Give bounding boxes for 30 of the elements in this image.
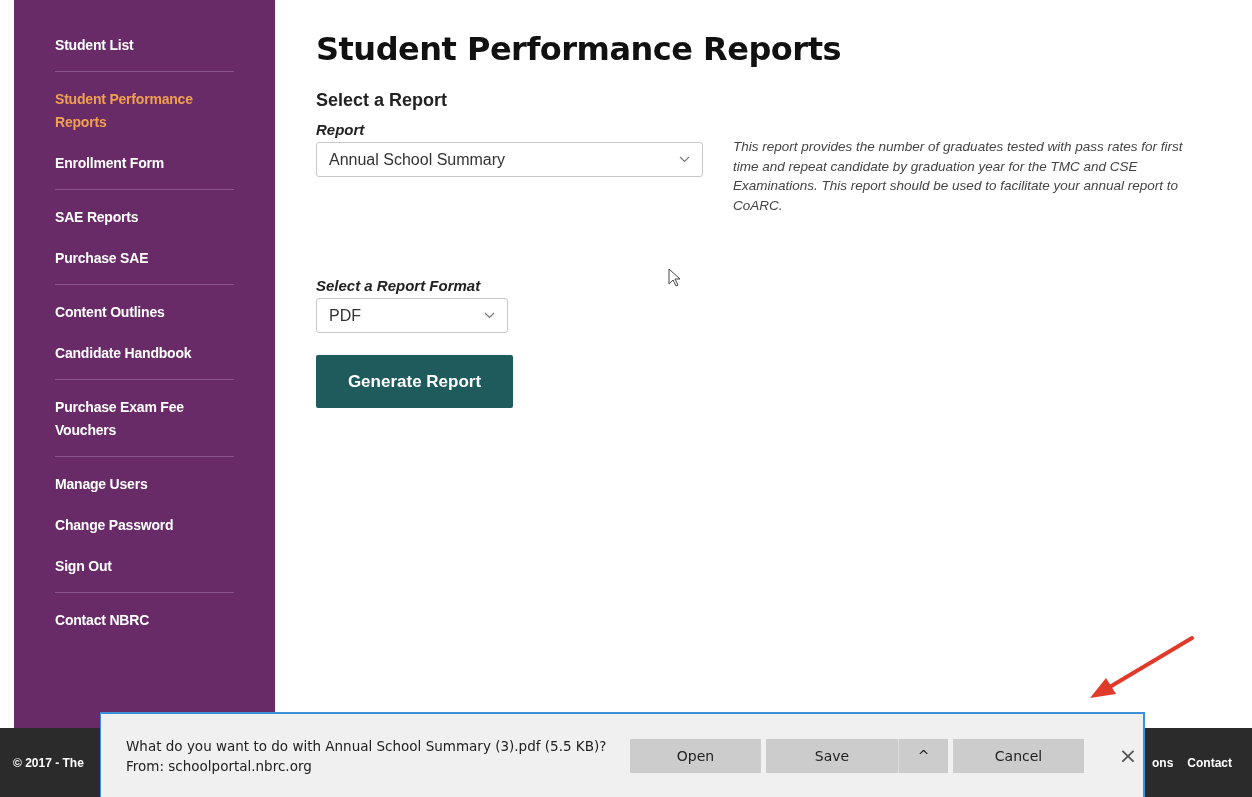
field-label: Select a Report Format [316,277,481,294]
sidebar-link[interactable]: Manage Users [55,471,234,512]
close-button[interactable]: × [1113,738,1143,773]
section-title: Select a Report [316,90,449,111]
sidebar-link[interactable]: Candidate Handbook [55,340,234,367]
sidebar-link[interactable]: Student List [55,32,234,59]
sidebar-link[interactable]: Enrollment Form [55,150,234,177]
chevron-down-icon [679,156,690,163]
page-title: Student Performance Reports [316,30,842,68]
download-prompt: What do you want to do with Annual School Summary (3).pdf (5.5 KB)? [126,736,608,756]
open-button[interactable]: Open [630,738,761,773]
sidebar-link[interactable]: Content Outlines [55,299,234,340]
sidebar-link[interactable]: Purchase Exam Fee Vouchers [55,394,234,444]
footer-link[interactable]: ons [1152,755,1174,770]
chevron-down-icon [484,312,495,319]
footer-link[interactable]: Contact [1187,755,1232,770]
dropdown-field[interactable]: Annual School Summary [316,142,703,177]
cancel-button[interactable]: Cancel [953,738,1084,773]
generate-report-button[interactable]: Generate Report [316,355,513,408]
copyright-text: © 2017 - The [13,755,84,770]
field-label: Report [316,121,365,138]
dropdown-field[interactable]: PDF [316,298,508,333]
sidebar-link[interactable]: Contact NBRC [55,607,234,634]
download-source: From: schoolportal.nbrc.org [126,756,313,776]
sidebar-link[interactable]: Sign Out [55,553,234,580]
sidebar-link[interactable]: Purchase SAE [55,245,234,272]
sidebar-link[interactable]: Change Password [55,512,234,553]
report-description: This report provides the number of graduates tested with pass rates for first time and repeat candidate by graduation year for the TMC and CSE Examinations. This report should be used to facilitate your annual report to CoARC. [733,138,1183,215]
sidebar-link[interactable]: Student Performance Reports [55,86,234,150]
sidebar-link[interactable]: SAE Reports [55,204,234,245]
